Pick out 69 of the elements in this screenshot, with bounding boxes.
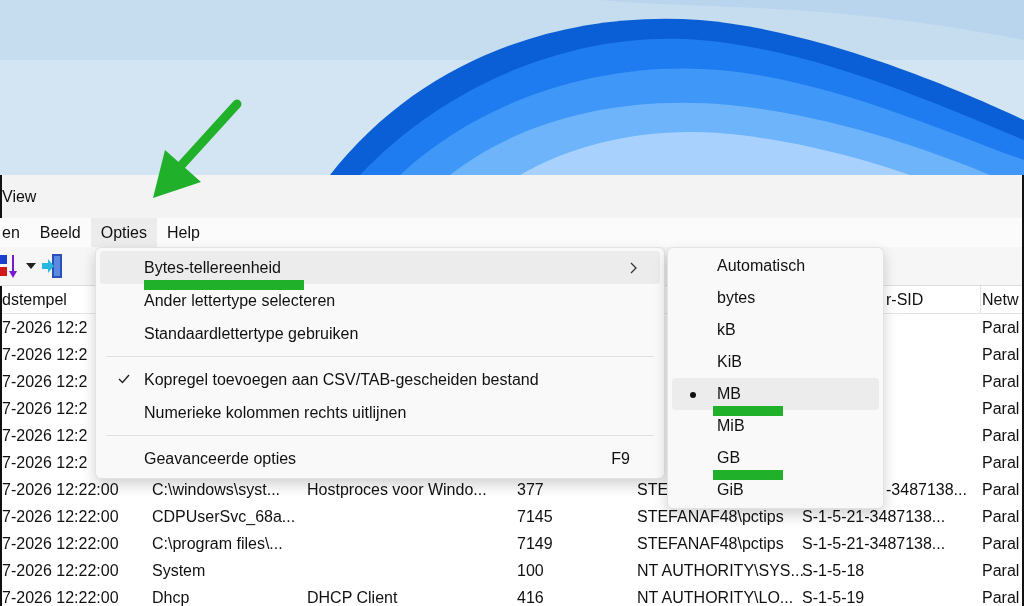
table-cell: CDPUserSvc_68a... [152, 507, 296, 525]
table-cell: STEFANAF48\pctips [637, 507, 784, 525]
table-cell: 7-2026 12:2 [2, 426, 88, 444]
table-cell: C:\program files\... [152, 534, 283, 552]
menu-bar-item[interactable]: Beeld [29, 218, 91, 247]
table-cell: 7-2026 12:2 [2, 453, 88, 471]
table-cell: 7-2026 12:22:00 [2, 480, 119, 498]
table-cell: 100 [517, 561, 544, 579]
table-cell: Paral [982, 426, 1020, 444]
column-header[interactable]: Netw [982, 290, 1019, 309]
table-cell-text: -3487138... [885, 480, 968, 499]
table-cell: 377 [517, 480, 544, 498]
table-cell: 7-2026 12:2 [2, 372, 88, 390]
table-cell: 7-2026 12:22:00 [2, 534, 119, 552]
menu-bar-item[interactable]: en [0, 218, 30, 247]
table-cell: 7-2026 12:2 [2, 399, 88, 417]
radio-dot-icon [690, 392, 696, 398]
table-cell: STEFANAF48\pctips [637, 534, 784, 552]
submenu-item[interactable]: kB [672, 314, 879, 346]
table-cell-text: S-1-5-21-3487138... [801, 507, 947, 526]
table-cell: DHCP Client [307, 588, 398, 606]
menu-item[interactable]: Numerieke kolommen rechts uitlijnen [100, 396, 660, 429]
submenu-item[interactable]: bytes [672, 282, 879, 314]
table-cell: STE [637, 480, 669, 498]
table-cell: NT AUTHORITY\SYS... [637, 561, 804, 579]
table-cell: Paral [982, 507, 1020, 525]
table-cell: Paral [982, 480, 1020, 498]
menu-bar-item[interactable]: Opties [90, 218, 157, 247]
submenu-item[interactable]: GB [672, 442, 879, 474]
column-header[interactable]: r-SID [886, 290, 924, 309]
table-cell: C:\windows\syst... [152, 480, 281, 498]
column-header[interactable]: dstempel [2, 290, 67, 309]
submenu-item[interactable]: Automatisch [672, 250, 879, 282]
table-cell: Dhcp [152, 588, 190, 606]
table-cell: Paral [982, 318, 1020, 336]
table-cell: 7-2026 12:22:00 [2, 588, 119, 606]
caret-icon[interactable] [26, 263, 36, 269]
menu-item[interactable]: Geavanceerde opties F9 [100, 442, 660, 475]
menu-item[interactable]: Kopregel toevoegen aan CSV/TAB-gescheiden bestand [100, 363, 660, 396]
table-cell: Paral [982, 534, 1020, 552]
menu-item[interactable]: Standaardlettertype gebruiken [100, 317, 660, 350]
menu-item[interactable]: Bytes-tellereenheid [100, 251, 660, 284]
submenu-item[interactable]: GiB [672, 474, 879, 506]
table-cell: 7-2026 12:22:00 [2, 561, 119, 579]
table-cell: 416 [517, 588, 544, 606]
table-cell: System [152, 561, 206, 579]
submenu-item[interactable]: MiB [672, 410, 879, 442]
table-cell: Paral [982, 372, 1020, 390]
menu-bar-item[interactable]: Help [156, 218, 210, 247]
window-title: View [2, 187, 37, 206]
door-icon[interactable] [42, 253, 64, 279]
table-cell: Paral [982, 453, 1020, 471]
table-cell: 7149 [517, 534, 553, 552]
menu-item[interactable]: Ander lettertype selecteren [100, 284, 660, 317]
table-cell: Paral [982, 588, 1020, 606]
table-cell: Paral [982, 345, 1020, 363]
table-cell: 7-2026 12:2 [2, 318, 88, 336]
table-cell: Paral [982, 399, 1020, 417]
submenu-item[interactable]: KiB [672, 346, 879, 378]
table-cell: 7145 [517, 507, 553, 525]
table-cell: Hostproces voor Windo... [307, 480, 487, 498]
table-cell: 7-2026 12:2 [2, 345, 88, 363]
table-cell: 7-2026 12:22:00 [2, 507, 119, 525]
submenu-item[interactable]: MB [672, 378, 879, 410]
sort-icon [0, 253, 20, 279]
table-cell: NT AUTHORITY\LO... [637, 588, 794, 606]
table-cell-text: S-1-5-19 [801, 588, 866, 606]
table-cell: Paral [982, 561, 1020, 579]
table-cell-text: S-1-5-21-3487138... [801, 534, 947, 553]
